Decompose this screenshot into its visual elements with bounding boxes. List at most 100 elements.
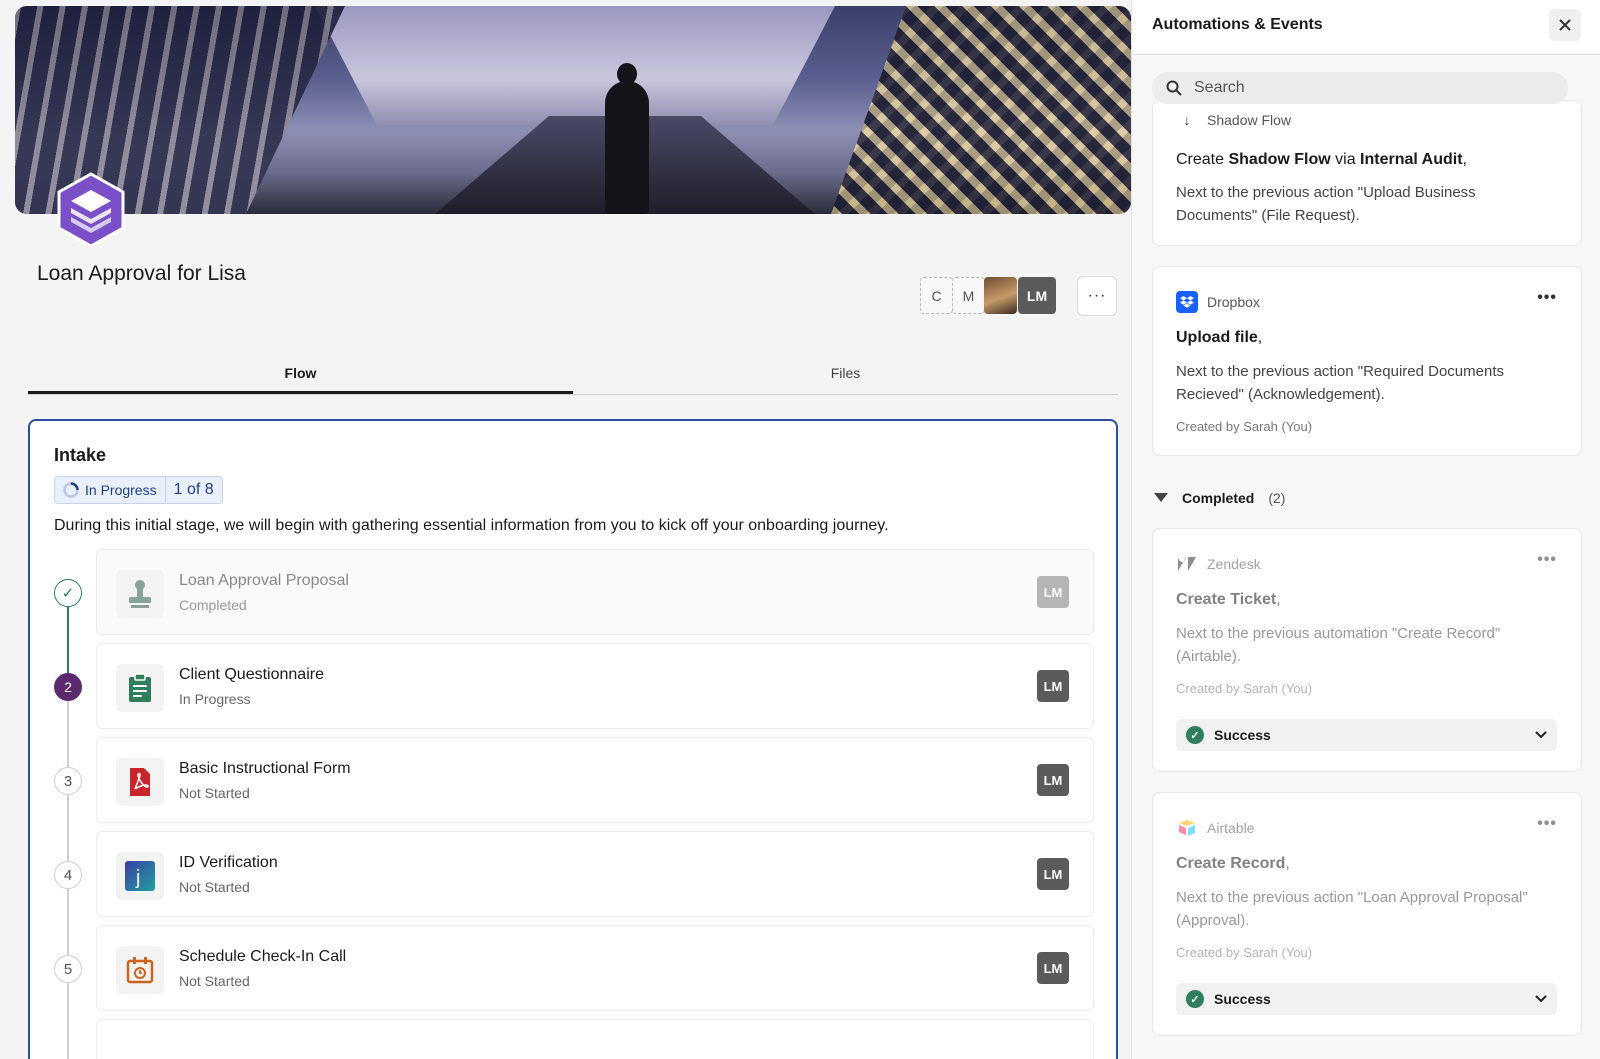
assignee-role-c[interactable]: C — [920, 277, 953, 314]
completed-section-toggle[interactable]: Completed (2) — [1154, 490, 1285, 506]
assignee-avatar-photo[interactable] — [984, 277, 1017, 314]
stage-step-count: 1 of 8 — [173, 481, 214, 498]
shadow-flow-icon: ↓ — [1183, 112, 1191, 128]
stage-status-label: In Progress — [85, 482, 157, 498]
tab-flow[interactable]: Flow — [28, 350, 573, 394]
automation-action: Upload file, — [1176, 329, 1263, 346]
svg-text:j: j — [135, 867, 140, 889]
automation-app: Zendesk — [1176, 553, 1261, 575]
stage-card: Intake In Progress 1 of 8 During this in… — [28, 419, 1118, 1059]
main-content: Loan Approval for Lisa C M LM ··· Flow F… — [0, 0, 1131, 1059]
step-status: Not Started — [179, 879, 250, 895]
automation-action: Create Record, — [1176, 855, 1290, 872]
automation-card[interactable]: ↓ Shadow Flow Create Shadow Flow via Int… — [1152, 100, 1582, 246]
more-options-button[interactable]: ··· — [1077, 276, 1117, 316]
automation-app: ↓ Shadow Flow — [1176, 109, 1292, 131]
step-owner-avatar[interactable]: LM — [1037, 576, 1069, 608]
completed-section-count: (2) — [1268, 490, 1286, 506]
jumio-icon: j — [116, 852, 164, 900]
assignee-role-m[interactable]: M — [952, 277, 985, 314]
check-circle-icon: ✓ — [1186, 726, 1204, 744]
automation-action: Create Ticket, — [1176, 591, 1281, 608]
stamp-icon — [116, 570, 164, 618]
automation-app-name: Dropbox — [1207, 294, 1260, 310]
step-owner-avatar[interactable]: LM — [1037, 670, 1069, 702]
pdf-icon — [116, 758, 164, 806]
card-more-button[interactable]: ••• — [1537, 289, 1557, 307]
airtable-icon — [1176, 817, 1198, 839]
step-name: Basic Instructional Form — [179, 760, 351, 777]
automation-app-name: Airtable — [1207, 820, 1255, 836]
step-owner-avatar[interactable]: LM — [1037, 952, 1069, 984]
step-item[interactable]: Schedule Check-In Call Not Started LM — [96, 925, 1094, 1011]
panel-title: Automations & Events — [1152, 16, 1323, 33]
step-marker-current: 2 — [54, 673, 82, 701]
assignee-list[interactable]: C M LM — [920, 277, 1056, 314]
step-marker: 3 — [54, 767, 82, 795]
automation-created-by: Created by Sarah (You) — [1176, 419, 1313, 434]
tab-files[interactable]: Files — [573, 350, 1118, 394]
calendar-icon — [116, 946, 164, 994]
banner-building-right — [831, 6, 1131, 214]
automation-card[interactable]: Airtable ••• Create Record, Next to the … — [1152, 792, 1582, 1036]
step-timeline — [67, 593, 69, 1059]
automation-result-label: Success — [1214, 991, 1271, 1007]
workspace-logo-icon — [56, 172, 126, 248]
assignee-avatar-lm[interactable]: LM — [1018, 277, 1056, 314]
stage-description: During this initial stage, we will begin… — [54, 517, 889, 534]
banner-ceiling — [315, 6, 835, 126]
search-box[interactable] — [1152, 72, 1568, 104]
automation-card[interactable]: Zendesk ••• Create Ticket, Next to the p… — [1152, 528, 1582, 772]
step-item[interactable]: Basic Instructional Form Not Started LM — [96, 737, 1094, 823]
step-status: Completed — [179, 597, 247, 613]
automation-app-name: Zendesk — [1207, 556, 1261, 572]
card-more-button[interactable]: ••• — [1537, 551, 1557, 569]
chevron-down-icon — [1535, 995, 1547, 1003]
automation-result-dropdown[interactable]: ✓ Success — [1176, 719, 1557, 751]
close-panel-button[interactable] — [1549, 9, 1581, 41]
automation-card[interactable]: Dropbox ••• Upload file, Next to the pre… — [1152, 266, 1582, 456]
progress-ring-icon — [63, 482, 79, 498]
panel-header: Automations & Events — [1132, 0, 1600, 55]
search-input[interactable] — [1194, 79, 1534, 97]
step-item[interactable]: j ID Verification Not Started LM — [96, 831, 1094, 917]
step-owner-avatar[interactable]: LM — [1037, 858, 1069, 890]
automation-created-by: Created by Sarah (You) — [1176, 945, 1313, 960]
tab-bar: Flow Files — [28, 350, 1118, 395]
check-circle-icon: ✓ — [1186, 990, 1204, 1008]
step-owner-avatar[interactable]: LM — [1037, 764, 1069, 796]
step-item[interactable]: Loan Approval Proposal Completed LM — [96, 549, 1094, 635]
automation-description: Next to the previous action "Required Do… — [1176, 363, 1504, 403]
cover-banner — [15, 6, 1131, 214]
automation-created-by: Created by Sarah (You) — [1176, 681, 1313, 696]
banner-person — [605, 63, 649, 214]
stage-status: In Progress — [55, 477, 166, 503]
step-status: Not Started — [179, 973, 250, 989]
clipboard-icon — [116, 664, 164, 712]
automation-result-dropdown[interactable]: ✓ Success — [1176, 983, 1557, 1015]
step-item[interactable]: Client Questionnaire In Progress LM — [96, 643, 1094, 729]
automation-description: Next to the previous automation "Create … — [1176, 625, 1501, 665]
stage-status-badge: In Progress 1 of 8 — [54, 476, 223, 504]
stage-title: Intake — [54, 445, 107, 465]
automation-app: Dropbox — [1176, 291, 1260, 313]
automation-app-name: Shadow Flow — [1207, 112, 1292, 128]
automation-action: Create Shadow Flow via Internal Audit, — [1176, 151, 1467, 168]
completed-section-label: Completed — [1182, 490, 1255, 506]
close-icon — [1559, 19, 1571, 31]
card-more-button[interactable]: ••• — [1537, 815, 1557, 833]
page-title: Loan Approval for Lisa — [37, 262, 246, 285]
chevron-down-icon — [1535, 731, 1547, 739]
step-name: Loan Approval Proposal — [179, 572, 349, 589]
step-marker: 5 — [54, 955, 82, 983]
step-status: In Progress — [179, 691, 251, 707]
step-name: ID Verification — [179, 854, 278, 871]
step-name: Client Questionnaire — [179, 666, 324, 683]
automation-result-label: Success — [1214, 727, 1271, 743]
step-name: Schedule Check-In Call — [179, 948, 347, 965]
automation-description: Next to the previous action "Loan Approv… — [1176, 889, 1528, 929]
search-icon — [1166, 80, 1182, 96]
dropbox-icon — [1176, 291, 1198, 313]
step-item[interactable] — [96, 1019, 1094, 1059]
step-marker-completed: ✓ — [54, 579, 82, 607]
